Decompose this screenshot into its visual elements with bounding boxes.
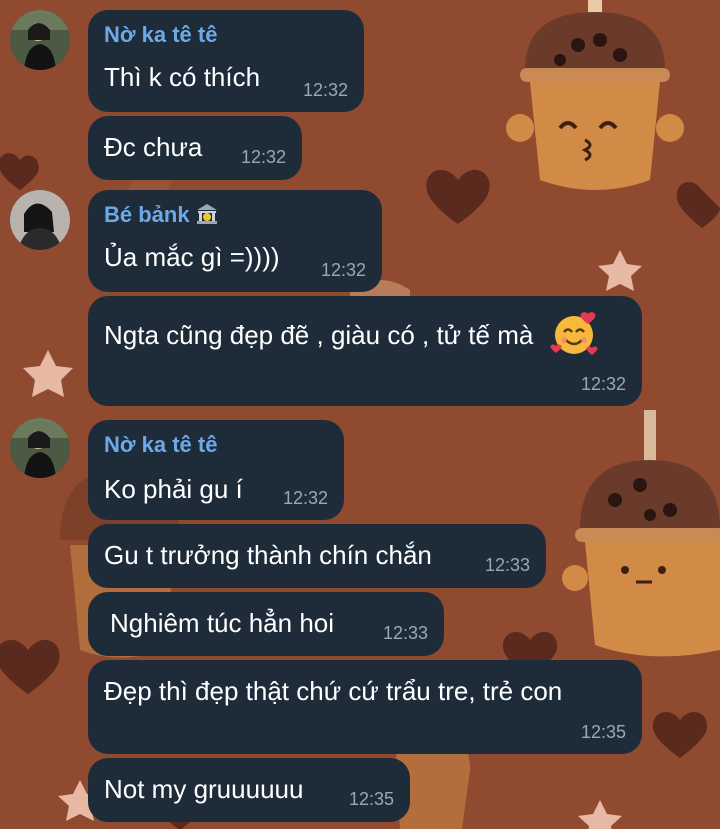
user-photo-icon: [10, 190, 70, 250]
message-text: Đẹp thì đẹp thật chứ cứ trẩu tre, trẻ co…: [104, 676, 563, 706]
message-text: Ko phải gu í: [104, 474, 243, 504]
bank-icon: [196, 203, 218, 231]
message-time: 12:32: [320, 260, 366, 280]
message-time: 12:32: [580, 374, 626, 394]
sender-name[interactable]: Nờ ka tê tê: [104, 22, 217, 48]
message-bubble[interactable]: Bé bảnk Ủa mắc gì =)))) 12:32: [88, 190, 382, 292]
message-bubble[interactable]: Đc chưa 12:32: [88, 116, 302, 180]
message-time: 12:32: [302, 80, 348, 100]
sender-name[interactable]: Nờ ka tê tê: [104, 432, 217, 458]
sender-name-text: Bé bảnk: [104, 202, 190, 227]
message-text: Ngta cũng đẹp đẽ , giàu có , tử tế mà: [104, 320, 534, 350]
smiling-face-with-hearts-icon: [550, 312, 598, 355]
avatar[interactable]: [10, 190, 70, 250]
message-bubble[interactable]: Nghiêm túc hẳn hoi 12:33: [88, 592, 444, 656]
message-bubble[interactable]: Ngta cũng đẹp đẽ , giàu có , tử tế mà 12…: [88, 296, 642, 406]
message-text: Thì k có thích: [104, 62, 261, 92]
message-bubble[interactable]: Đẹp thì đẹp thật chứ cứ trẩu tre, trẻ co…: [88, 660, 642, 754]
message-text: Gu t trưởng thành chín chắn: [104, 540, 432, 570]
message-text: Ủa mắc gì =)))): [104, 242, 280, 272]
message-bubble[interactable]: Nờ ka tê tê Thì k có thích 12:32: [88, 10, 364, 112]
message-time: 12:32: [240, 147, 286, 167]
message-time: 12:32: [282, 488, 328, 508]
avatar[interactable]: [10, 418, 70, 478]
user-photo-icon: [10, 10, 70, 70]
message-bubble[interactable]: Gu t trưởng thành chín chắn 12:33: [88, 524, 546, 588]
message-time: 12:33: [484, 555, 530, 575]
message-bubble[interactable]: Nờ ka tê tê Ko phải gu í 12:32: [88, 420, 344, 520]
message-bubble[interactable]: Not my gruuuuuu 12:35: [88, 758, 410, 822]
message-text: Đc chưa: [104, 132, 203, 162]
message-text: Not my gruuuuuu: [104, 774, 304, 804]
user-photo-icon: [10, 418, 70, 478]
chat-message-list[interactable]: Nờ ka tê tê Thì k có thích 12:32 Đc chưa…: [0, 0, 720, 829]
sender-name[interactable]: Bé bảnk: [104, 202, 218, 231]
message-time: 12:35: [348, 789, 394, 809]
avatar[interactable]: [10, 10, 70, 70]
message-time: 12:33: [382, 623, 428, 643]
message-text: Nghiêm túc hẳn hoi: [110, 608, 335, 638]
message-time: 12:35: [580, 722, 626, 742]
